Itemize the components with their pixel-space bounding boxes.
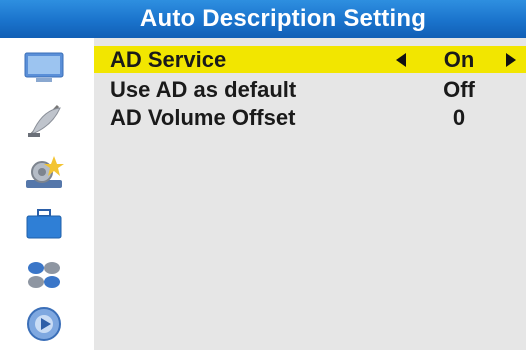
arrow-right-icon[interactable]	[506, 53, 516, 67]
sidebar	[0, 38, 86, 350]
menu-item-ad-service[interactable]: AD Service On	[94, 46, 526, 73]
menu-item-value: 0	[452, 105, 466, 130]
satellite-dish-icon[interactable]	[22, 100, 66, 140]
media-disc-icon[interactable]	[22, 304, 66, 344]
menu-item-use-ad-as-default[interactable]: Use AD as default Off	[94, 76, 526, 103]
briefcase-icon[interactable]	[22, 204, 66, 244]
menu-item-label: AD Service	[110, 47, 227, 72]
circles-icon[interactable]	[22, 254, 66, 294]
tv-icon[interactable]	[22, 48, 66, 88]
menu-item-label: AD Volume Offset	[110, 105, 296, 130]
menu-item-ad-volume-offset[interactable]: AD Volume Offset 0	[94, 104, 526, 131]
settings-gear-icon[interactable]	[22, 152, 66, 192]
arrow-left-icon[interactable]	[396, 53, 406, 67]
menu-item-label: Use AD as default	[110, 77, 297, 102]
title-bar: Auto Description Setting	[0, 0, 526, 38]
menu-item-value: On	[443, 47, 475, 72]
page-title: Auto Description Setting	[139, 5, 427, 32]
settings-panel: AD Service On Use AD as default Off AD V…	[94, 38, 526, 350]
menu-item-value: Off	[443, 77, 475, 102]
